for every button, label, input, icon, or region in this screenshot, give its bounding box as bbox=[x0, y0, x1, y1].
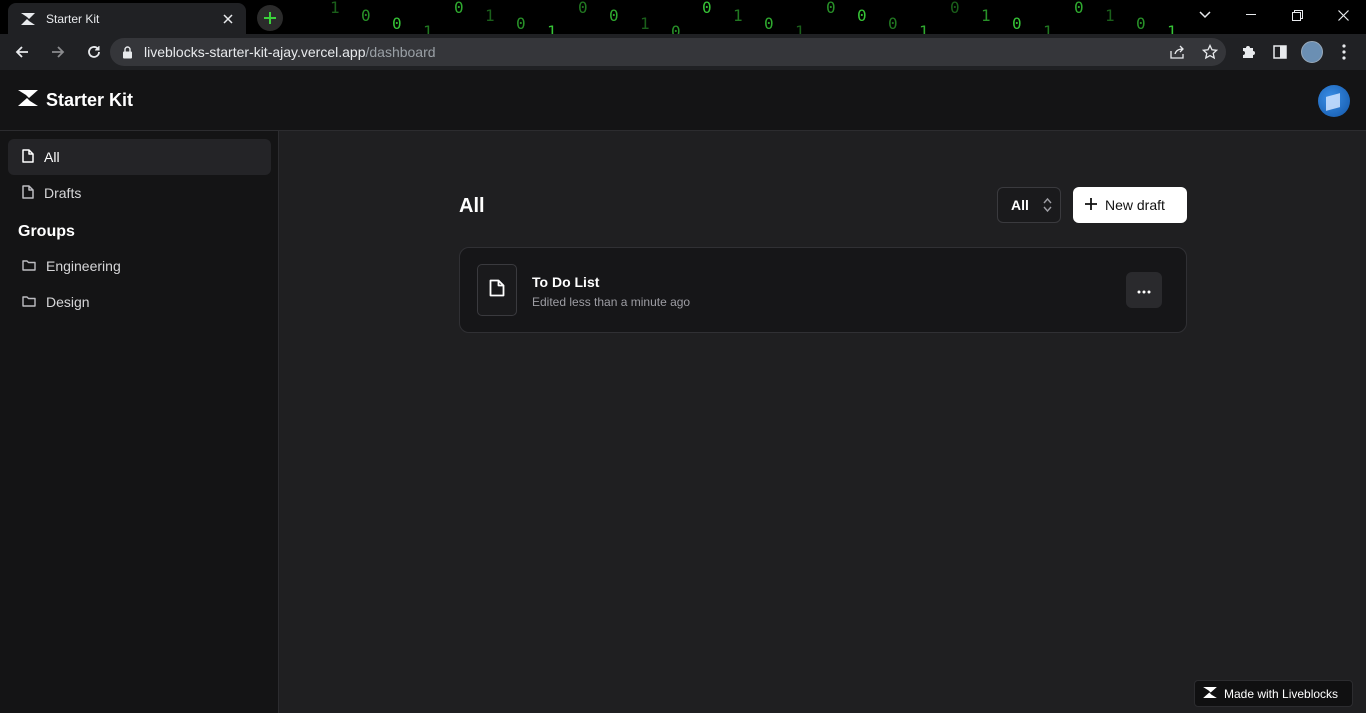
browser-right-tools bbox=[1232, 36, 1360, 68]
close-window-icon[interactable] bbox=[1320, 0, 1366, 30]
lock-icon bbox=[122, 45, 136, 59]
more-options-button[interactable] bbox=[1126, 272, 1162, 308]
side-panel-icon[interactable] bbox=[1264, 36, 1296, 68]
folder-icon bbox=[22, 258, 36, 274]
matrix-glyph: 0 bbox=[516, 14, 526, 33]
matrix-glyph: 1 bbox=[733, 6, 743, 25]
browser-tabstrip: 1 0 0 1 0 1 0 1 0 0 1 0 0 1 0 1 0 0 0 1 0 1 0 1 0 1 0 1 Starter Kit bbox=[0, 0, 1366, 34]
sidebar-item-design[interactable]: Design bbox=[8, 284, 271, 320]
user-avatar[interactable] bbox=[1318, 85, 1350, 117]
liveblocks-logo-icon bbox=[18, 90, 38, 111]
matrix-glyph: 1 bbox=[981, 6, 991, 25]
tab-title: Starter Kit bbox=[46, 11, 100, 26]
matrix-glyph: 0 bbox=[702, 0, 712, 17]
matrix-glyph: 0 bbox=[764, 14, 774, 33]
matrix-glyph: 1 bbox=[423, 22, 433, 34]
sidebar-item-engineering[interactable]: Engineering bbox=[8, 248, 271, 284]
app-header: Starter Kit bbox=[0, 70, 1366, 131]
matrix-glyph: 0 bbox=[578, 0, 588, 17]
tab-search-icon[interactable] bbox=[1194, 4, 1216, 26]
made-with-liveblocks-badge[interactable]: Made with Liveblocks bbox=[1194, 680, 1353, 707]
matrix-glyph: 1 bbox=[547, 22, 557, 34]
sidebar-item-label: Engineering bbox=[46, 258, 121, 274]
matrix-glyph: 1 bbox=[330, 0, 340, 17]
matrix-glyph: 0 bbox=[1012, 14, 1022, 33]
matrix-glyph: 0 bbox=[1074, 0, 1084, 17]
matrix-glyph: 0 bbox=[888, 14, 898, 33]
window-controls bbox=[1228, 0, 1366, 30]
liveblocks-favicon-icon bbox=[20, 11, 36, 27]
folder-icon bbox=[22, 294, 36, 310]
brand[interactable]: Starter Kit bbox=[18, 90, 133, 111]
matrix-glyph: 1 bbox=[795, 22, 805, 34]
extensions-puzzle-icon[interactable] bbox=[1232, 36, 1264, 68]
ellipsis-icon bbox=[1137, 281, 1151, 299]
liveblocks-logo-icon bbox=[1203, 686, 1217, 701]
matrix-glyph: 1 bbox=[640, 14, 650, 33]
matrix-glyph: 0 bbox=[1136, 14, 1146, 33]
matrix-glyph: 0 bbox=[671, 22, 681, 34]
bookmark-star-icon[interactable] bbox=[1194, 38, 1226, 66]
matrix-glyph: 1 bbox=[1043, 22, 1053, 34]
filter-select-value: All bbox=[1011, 197, 1029, 213]
file-icon bbox=[22, 148, 34, 166]
file-icon bbox=[489, 279, 505, 302]
file-icon bbox=[22, 184, 34, 202]
browser-tab[interactable]: Starter Kit bbox=[8, 3, 246, 34]
sidebar-item-drafts[interactable]: Drafts bbox=[8, 175, 271, 211]
new-draft-label: New draft bbox=[1105, 197, 1165, 213]
profile-avatar[interactable] bbox=[1296, 36, 1328, 68]
sidebar-item-label: All bbox=[44, 149, 60, 165]
sidebar: All Drafts Groups Engineering Design bbox=[0, 131, 279, 713]
minimize-icon[interactable] bbox=[1228, 0, 1274, 30]
matrix-theme-background: 1 0 0 1 0 1 0 1 0 0 1 0 0 1 0 1 0 0 0 1 0 1 0 1 0 1 0 1 bbox=[290, 0, 1190, 34]
groups-heading: Groups bbox=[18, 223, 75, 240]
matrix-glyph: 1 bbox=[485, 6, 495, 25]
matrix-glyph: 0 bbox=[392, 14, 402, 33]
page-title: All bbox=[459, 195, 485, 217]
matrix-glyph: 0 bbox=[361, 6, 371, 25]
sidebar-item-label: Design bbox=[46, 294, 90, 310]
restore-icon[interactable] bbox=[1274, 0, 1320, 30]
url-text: liveblocks-starter-kit-ajay.vercel.app/d… bbox=[144, 44, 436, 60]
sidebar-item-all[interactable]: All bbox=[8, 139, 271, 175]
back-arrow-icon[interactable] bbox=[6, 36, 38, 68]
matrix-glyph: 0 bbox=[826, 0, 836, 17]
reload-icon[interactable] bbox=[78, 36, 110, 68]
document-name: To Do List bbox=[532, 274, 600, 290]
new-draft-button[interactable]: New draft bbox=[1073, 187, 1187, 223]
kebab-menu-icon[interactable] bbox=[1328, 36, 1360, 68]
document-thumbnail bbox=[477, 264, 517, 316]
matrix-glyph: 0 bbox=[950, 0, 960, 17]
share-icon[interactable] bbox=[1162, 38, 1194, 66]
matrix-glyph: 0 bbox=[857, 6, 867, 25]
matrix-glyph: 1 bbox=[1105, 6, 1115, 25]
forward-arrow-icon[interactable] bbox=[42, 36, 74, 68]
matrix-glyph: 0 bbox=[609, 6, 619, 25]
document-meta: Edited less than a minute ago bbox=[532, 295, 691, 309]
filter-select[interactable]: All bbox=[997, 187, 1061, 223]
plus-icon bbox=[1085, 197, 1097, 213]
chevron-up-down-icon bbox=[1043, 197, 1052, 216]
badge-label: Made with Liveblocks bbox=[1224, 686, 1339, 701]
document-card[interactable]: To Do List Edited less than a minute ago bbox=[459, 247, 1187, 333]
address-bar[interactable]: liveblocks-starter-kit-ajay.vercel.app/d… bbox=[110, 38, 1226, 66]
matrix-glyph: 0 bbox=[454, 0, 464, 17]
matrix-glyph: 1 bbox=[919, 22, 929, 34]
brand-title: Starter Kit bbox=[46, 90, 134, 110]
sidebar-item-label: Drafts bbox=[44, 185, 82, 201]
matrix-glyph: 1 bbox=[1167, 22, 1177, 34]
close-tab-icon[interactable] bbox=[220, 11, 236, 27]
new-tab-button[interactable] bbox=[257, 5, 283, 31]
